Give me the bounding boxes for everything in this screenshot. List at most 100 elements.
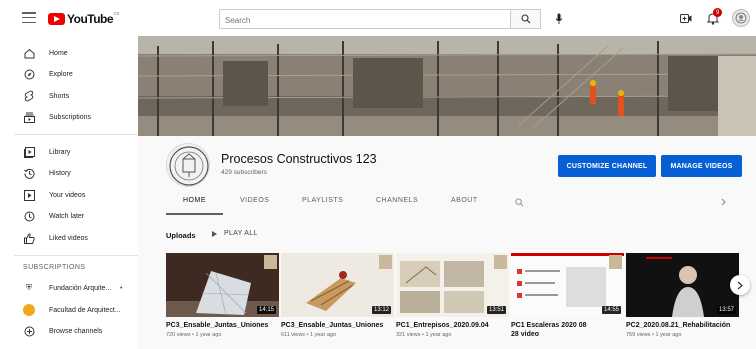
plus-circle-icon [23,325,35,337]
video-meta: 611 views • 1 year ago [281,332,337,338]
sidebar-item-label: Shorts [49,92,70,100]
video-meta: 759 views • 1 year ago [626,332,682,338]
sidebar-subscription-fundacion[interactable]: ⛨ Fundación Arquite... • [0,278,138,298]
sidebar-item-label: Watch later [49,212,85,220]
university-seal-icon [169,146,209,186]
video-card[interactable]: 13:51 PC1_Entrepisos_2020.09.04 321 view… [396,253,509,338]
menu-icon[interactable] [22,12,36,23]
subscription-label: Fundación Arquite... [49,284,112,292]
sidebar-item-shorts[interactable]: Shorts [0,86,138,106]
play-icon [212,230,217,237]
sidebar-divider [14,255,138,256]
sidebar-item-your-videos[interactable]: Your videos [0,185,138,205]
subscriptions-icon [23,111,35,123]
create-button[interactable] [679,12,693,24]
browse-channels-label: Browse channels [49,327,103,335]
tab-channels[interactable]: CHANNELS [376,197,418,204]
subscriber-count: 429 subscribers [221,169,267,176]
chevron-right-icon [721,198,726,206]
sidebar-item-label: Home [49,49,68,57]
history-icon [23,167,35,179]
sidebar-browse-channels[interactable]: Browse channels [0,321,138,341]
video-card[interactable]: 13:57 PC2_2020.08.21_Rehabilitación 759 … [626,253,739,338]
your-videos-icon [23,189,35,201]
video-title[interactable]: PC1 Escaleras 2020 08 28 video [511,321,596,339]
compass-icon [23,68,35,80]
tabs-scroll-right[interactable] [718,197,728,207]
customize-channel-button[interactable]: CUSTOMIZE CHANNEL [558,155,656,177]
video-meta: 720 views • 1 year ago [166,332,222,338]
sidebar-item-history[interactable]: History [0,163,138,183]
sidebar-item-home[interactable]: Home [0,43,138,63]
search-button[interactable] [511,9,541,29]
microphone-icon [555,13,563,24]
video-thumbnail[interactable]: 14:55 [511,253,624,317]
video-thumbnail[interactable]: 13:51 [396,253,509,317]
active-tab-indicator [166,213,223,215]
construction-site-image [138,36,756,136]
manage-videos-button[interactable]: MANAGE VIDEOS [661,155,742,177]
tab-home[interactable]: HOME [183,197,206,204]
play-all-button[interactable]: PLAY ALL [212,230,258,237]
subscription-label: Facultad de Arquitect... [49,306,121,314]
sidebar-item-label: Subscriptions [49,113,92,121]
channel-banner [138,36,756,136]
youtube-logo[interactable]: YouTube co [48,11,120,26]
sidebar-item-label: Library [49,148,71,156]
shelf-next-button[interactable] [730,275,750,295]
sidebar-item-library[interactable]: Library [0,142,138,162]
channel-search-button[interactable] [513,196,525,208]
notifications-button[interactable]: 9 [705,8,722,26]
search-icon [520,14,530,24]
video-duration: 13:51 [486,306,506,314]
video-title[interactable]: PC1_Entrepisos_2020.09.04 [396,321,509,330]
clock-icon [23,210,35,222]
sidebar-item-explore[interactable]: Explore [0,64,138,84]
video-camera-icon [680,13,692,23]
tab-playlists[interactable]: PLAYLISTS [302,197,343,204]
video-card[interactable]: 14:15 PC3_Ensable_Juntas_Uniones 720 vie… [166,253,279,338]
thumbs-up-icon [23,232,35,244]
channel-name: Procesos Constructivos 123 [221,152,377,166]
sidebar-item-label: Your videos [49,191,86,199]
video-title[interactable]: PC3_Ensable_Juntas_Uniones [166,321,279,330]
shorts-icon [23,90,35,102]
sidebar-item-label: History [49,169,71,177]
account-avatar[interactable] [732,9,750,27]
tab-videos[interactable]: VIDEOS [240,197,269,204]
sidebar-subscription-facultad[interactable]: Facultad de Arquitect... [0,300,138,320]
sidebar-divider [14,134,138,135]
new-content-dot: • [120,284,123,292]
video-card[interactable]: 13:12 PC3_Ensable_Juntas_Uniones 611 vie… [281,253,394,338]
logo-region: co [114,11,120,17]
logo-text: YouTube [67,12,114,26]
sidebar-item-watch-later[interactable]: Watch later [0,206,138,226]
video-duration: 14:15 [256,306,276,314]
notification-badge: 9 [713,8,722,17]
voice-search-button[interactable] [553,12,565,26]
sidebar-item-liked-videos[interactable]: Liked videos [0,228,138,248]
channel-avatar[interactable] [166,143,210,187]
top-bar: YouTube co 9 [0,0,756,36]
home-icon [23,47,35,59]
video-duration: 14:55 [601,306,621,314]
sidebar-item-label: Liked videos [49,234,88,242]
search-box[interactable] [219,9,511,30]
video-thumbnail[interactable]: 13:57 [626,253,739,317]
video-thumbnail[interactable]: 13:12 [281,253,394,317]
tab-about[interactable]: ABOUT [451,197,478,204]
search-input[interactable] [220,11,510,30]
library-icon [23,146,35,158]
video-thumbnail[interactable]: 14:15 [166,253,279,317]
video-title[interactable]: PC2_2020.08.21_Rehabilitación [626,321,739,330]
sidebar-item-label: Explore [49,70,73,78]
channel-avatar-icon [23,304,35,316]
chevron-right-icon [737,281,743,289]
channel-avatar-icon: ⛨ [26,283,32,292]
sidebar-item-subscriptions[interactable]: Subscriptions [0,107,138,127]
uploads-title: Uploads [166,231,196,240]
search-icon [514,197,523,206]
video-title[interactable]: PC3_Ensable_Juntas_Uniones [281,321,394,330]
video-card[interactable]: 14:55 PC1 Escaleras 2020 08 28 video [511,253,624,341]
video-meta: 321 views • 1 year ago [396,332,452,338]
